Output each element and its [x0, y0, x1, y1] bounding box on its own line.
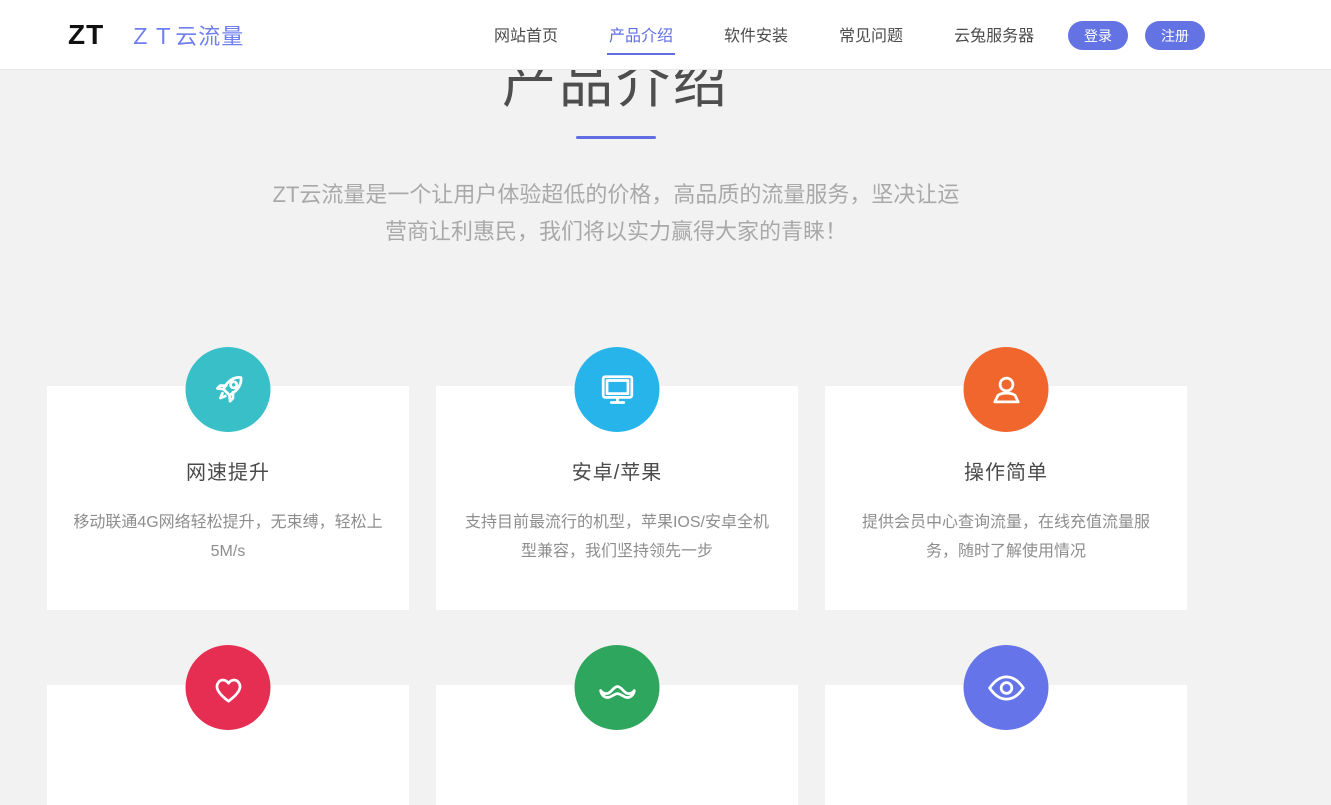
feature-description: 提供会员中心查询流量，在线充值流量服务，随时了解使用情况	[849, 508, 1163, 566]
feature-description: 支持目前最流行的机型，苹果IOS/安卓全机型兼容，我们坚持领先一步	[460, 508, 774, 566]
top-navbar: ZT ＺＴ云流量 网站首页 产品介绍 软件安装 常见问题 云兔服务器 登录 注册	[0, 0, 1331, 70]
feature-cards-row1: 网速提升 移动联通4G网络轻松提升，无束缚，轻松上5M/s 安卓/苹果 支持目前…	[47, 386, 1187, 610]
rocket-icon	[186, 347, 271, 432]
main-nav: 网站首页 产品介绍 软件安装 常见问题 云兔服务器	[492, 0, 1036, 70]
site-name: ＺＴ云流量	[129, 19, 244, 51]
nav-item-install[interactable]: 软件安装	[722, 16, 790, 55]
user-icon	[964, 347, 1049, 432]
nav-item-cloud-server[interactable]: 云兔服务器	[952, 16, 1036, 55]
heart-icon	[186, 645, 271, 730]
feature-card-speed: 网速提升 移动联通4G网络轻松提升，无束缚，轻松上5M/s	[47, 386, 409, 610]
page-description-line1: ZT云流量是一个让用户体验超低的价格，高品质的流量服务，坚决让运	[0, 176, 1232, 213]
feature-card-4	[47, 685, 409, 805]
nav-item-faq[interactable]: 常见问题	[837, 16, 905, 55]
feature-card-5	[436, 685, 798, 805]
title-divider	[576, 136, 656, 139]
logo-badge: ZT	[68, 19, 104, 51]
mustache-icon	[575, 645, 660, 730]
feature-card-6	[825, 685, 1187, 805]
page-description-line2: 营商让利惠民，我们将以实力赢得大家的青睐！	[0, 213, 1232, 250]
feature-cards-row2	[47, 685, 1187, 805]
brand-logo[interactable]: ZT ＺＴ云流量	[68, 0, 244, 70]
monitor-icon	[575, 347, 660, 432]
page-description: ZT云流量是一个让用户体验超低的价格，高品质的流量服务，坚决让运 营商让利惠民，…	[0, 176, 1232, 250]
eye-icon	[964, 645, 1049, 730]
feature-description: 移动联通4G网络轻松提升，无束缚，轻松上5M/s	[71, 508, 385, 566]
login-button[interactable]: 登录	[1068, 21, 1128, 50]
feature-card-easy: 操作简单 提供会员中心查询流量，在线充值流量服务，随时了解使用情况	[825, 386, 1187, 610]
nav-item-home[interactable]: 网站首页	[492, 16, 560, 55]
auth-buttons: 登录 注册	[1068, 21, 1205, 50]
register-button[interactable]: 注册	[1145, 21, 1205, 50]
nav-item-products[interactable]: 产品介绍	[607, 16, 675, 55]
feature-card-platforms: 安卓/苹果 支持目前最流行的机型，苹果IOS/安卓全机型兼容，我们坚持领先一步	[436, 386, 798, 610]
